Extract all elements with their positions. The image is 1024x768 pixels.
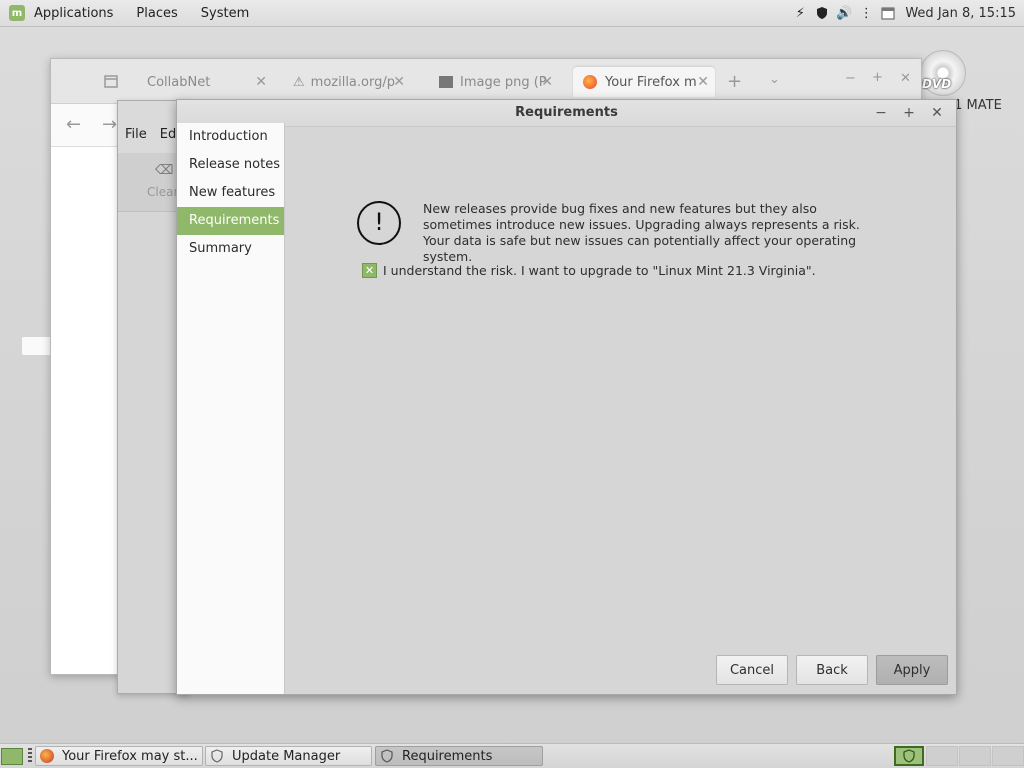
tab-label: Image png (P <box>460 74 547 90</box>
sidebar-item-new-features[interactable]: New features <box>177 179 284 207</box>
dialog-title: Requirements <box>515 105 618 120</box>
menu-places[interactable]: Places <box>136 6 177 21</box>
bottom-panel: Your Firefox may st... Update Manager Re… <box>0 743 1024 768</box>
forward-arrow-icon[interactable]: → <box>102 114 117 135</box>
dialog-sidebar: Introduction Release notes New features … <box>177 123 285 694</box>
show-desktop-icon[interactable] <box>1 748 23 765</box>
sidebar-item-summary[interactable]: Summary <box>177 235 284 263</box>
maximize-icon[interactable]: + <box>872 70 883 85</box>
tab-your-firefox[interactable]: Your Firefox m ✕ <box>573 67 715 97</box>
folder-icon[interactable] <box>22 337 52 355</box>
new-tab-icon[interactable]: + <box>727 71 742 92</box>
dialog-titlebar: Requirements − + ✕ <box>177 100 956 127</box>
top-panel: m Applications Places System ⚡ 🔊 ⋮ Wed J… <box>0 0 1024 27</box>
workspace-1[interactable] <box>894 746 924 766</box>
tab-mozilla[interactable]: ⚠ mozilla.org/p ✕ <box>293 67 411 97</box>
shield-icon[interactable] <box>814 5 830 21</box>
dialog-content: ! New releases provide bug fixes and new… <box>285 127 956 694</box>
close-icon[interactable]: ✕ <box>541 74 553 90</box>
understand-risk-checkbox[interactable]: ✕ <box>362 263 377 278</box>
taskbar-item-update-manager[interactable]: Update Manager <box>205 746 372 766</box>
tab-overview-icon[interactable] <box>103 73 119 93</box>
understand-risk-checkbox-row[interactable]: ✕ I understand the risk. I want to upgra… <box>362 263 816 278</box>
exclamation-icon: ! <box>357 201 401 245</box>
close-icon[interactable]: ✕ <box>255 74 267 90</box>
workspace-4[interactable] <box>992 746 1024 766</box>
shield-icon <box>210 749 224 763</box>
tab-collabnet[interactable]: CollabNet ✕ <box>147 67 273 97</box>
minimize-icon[interactable]: − <box>870 100 892 126</box>
back-button[interactable]: Back <box>796 655 868 685</box>
taskbar-item-requirements[interactable]: Requirements <box>375 746 543 766</box>
close-icon[interactable]: ✕ <box>697 74 709 90</box>
clear-label[interactable]: Clear <box>147 185 178 199</box>
image-icon <box>439 76 453 88</box>
shield-icon <box>380 749 394 763</box>
desktop-icon-label[interactable]: .1 MATE <box>950 98 1002 113</box>
firefox-tab-bar: CollabNet ✕ ⚠ mozilla.org/p ✕ Image png … <box>51 59 921 104</box>
warning-icon: ⚠ <box>293 74 305 90</box>
menu-file[interactable]: File <box>125 127 147 142</box>
clear-icon[interactable]: ⌫ <box>155 163 173 178</box>
checkbox-label[interactable]: I understand the risk. I want to upgrade… <box>383 263 816 278</box>
dvd-label: DVD <box>922 77 952 91</box>
workspace-2[interactable] <box>926 746 958 766</box>
tab-label: mozilla.org/p <box>310 74 395 90</box>
panel-handle[interactable] <box>28 748 32 764</box>
firefox-icon <box>40 749 54 763</box>
workspace-3[interactable] <box>959 746 991 766</box>
calendar-icon[interactable] <box>880 5 896 21</box>
close-window-icon[interactable]: ✕ <box>900 71 911 86</box>
sidebar-item-introduction[interactable]: Introduction <box>177 123 284 151</box>
tab-label: CollabNet <box>147 74 211 90</box>
sidebar-item-requirements[interactable]: Requirements <box>177 207 284 235</box>
tab-image[interactable]: Image png (P ✕ <box>439 67 559 97</box>
sidebar-item-release-notes[interactable]: Release notes <box>177 151 284 179</box>
menu-dots-icon[interactable]: ⋮ <box>858 5 874 21</box>
clock[interactable]: Wed Jan 8, 15:15 <box>905 6 1016 21</box>
cancel-button[interactable]: Cancel <box>716 655 788 685</box>
task-label: Your Firefox may st... <box>62 748 198 764</box>
maximize-icon[interactable]: + <box>898 100 920 126</box>
back-arrow-icon[interactable]: ← <box>66 114 81 135</box>
warning-text: New releases provide bug fixes and new f… <box>423 201 860 264</box>
menu-edit[interactable]: Ed <box>160 127 176 142</box>
shield-icon <box>903 749 915 763</box>
menu-applications[interactable]: Applications <box>34 6 113 21</box>
close-icon[interactable]: ✕ <box>926 100 948 126</box>
apply-button[interactable]: Apply <box>876 655 948 685</box>
menu-system[interactable]: System <box>201 6 249 21</box>
firefox-icon <box>583 75 597 89</box>
volume-icon[interactable]: 🔊 <box>836 5 852 21</box>
task-label: Requirements <box>402 748 493 764</box>
task-label: Update Manager <box>232 748 341 764</box>
requirements-dialog: Requirements − + ✕ Introduction Release … <box>176 99 957 695</box>
chevron-down-icon[interactable]: ⌄ <box>769 72 780 87</box>
mint-logo-icon[interactable]: m <box>9 5 25 21</box>
minimize-icon[interactable]: − <box>845 71 856 86</box>
close-icon[interactable]: ✕ <box>393 74 405 90</box>
system-tray: ⚡ 🔊 ⋮ Wed Jan 8, 15:15 <box>789 0 1024 26</box>
network-icon[interactable]: ⚡ <box>792 5 808 21</box>
tab-label: Your Firefox m <box>605 74 697 90</box>
taskbar-item-firefox[interactable]: Your Firefox may st... <box>35 746 203 766</box>
